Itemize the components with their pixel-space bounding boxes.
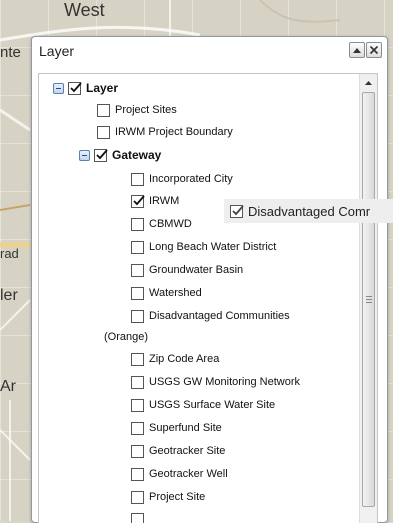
tooltip-label: Disadvantaged Comr <box>248 204 370 219</box>
tree-node-cbmwd[interactable]: CBMWD <box>131 215 192 233</box>
tree-node-label: Project Sites <box>115 104 177 116</box>
map-label-ar: Ar <box>0 378 16 396</box>
checkbox[interactable] <box>131 422 144 435</box>
checkbox[interactable] <box>131 513 144 523</box>
tree-node-label: Long Beach Water District <box>149 241 276 253</box>
tree-node-zip-code-area[interactable]: Zip Code Area <box>131 350 219 368</box>
collapse-toggle-icon[interactable] <box>53 83 64 94</box>
tree-node-superfund-site[interactable]: Superfund Site <box>131 419 222 437</box>
tree-node-disadvantaged-communities[interactable]: Disadvantaged Communities <box>131 307 290 325</box>
tree-node-label: USGS GW Monitoring Network <box>149 376 300 388</box>
scrollbar[interactable] <box>359 74 377 523</box>
grip-line <box>366 296 372 297</box>
tree-node-label: Zip Code Area <box>149 353 219 365</box>
scroll-up-arrow-icon[interactable] <box>362 77 375 89</box>
map-label-west: West <box>64 0 105 21</box>
checkbox[interactable] <box>131 399 144 412</box>
grip-line <box>366 299 372 300</box>
tree-node-label: Gateway <box>112 148 161 162</box>
layer-tree: Layer Project Sites IRWM Project Boundar… <box>38 73 378 523</box>
tree-node-irwm-project-boundary[interactable]: IRWM Project Boundary <box>97 123 233 141</box>
tree-node-label: IRWM Project Boundary <box>115 126 233 138</box>
tree-node-label: Layer <box>86 81 118 95</box>
tree-node-label: Superfund Site <box>149 422 222 434</box>
gateway-checkbox[interactable] <box>94 149 107 162</box>
checkbox[interactable] <box>131 173 144 186</box>
tree-node-label: Project Site <box>149 491 205 503</box>
tree-node-irwm[interactable]: IRWM <box>131 192 179 210</box>
tree-node-long-beach-water-district[interactable]: Long Beach Water District <box>131 238 276 256</box>
tree-node-label: Geotracker Site <box>149 445 225 457</box>
tree-node-usgs-gw-monitoring-network[interactable]: USGS GW Monitoring Network <box>131 373 300 391</box>
checkbox[interactable] <box>131 376 144 389</box>
checkbox[interactable] <box>131 264 144 277</box>
tree-node-label: USGS Surface Water Site <box>149 399 275 411</box>
tree-node-partial[interactable] <box>131 510 144 523</box>
map-label-nte: nte <box>0 44 21 61</box>
close-button[interactable] <box>366 42 382 58</box>
checkmark-icon <box>231 204 245 218</box>
layer-panel: Layer Layer Project Sites IRWM Project B… <box>31 36 388 523</box>
triangle-up-icon <box>350 43 364 57</box>
scroll-thumb[interactable] <box>362 92 375 507</box>
collapse-toggle-icon[interactable] <box>79 150 90 161</box>
tree-node-label: Groundwater Basin <box>149 264 243 276</box>
checkbox[interactable] <box>131 445 144 458</box>
tree-node-groundwater-basin[interactable]: Groundwater Basin <box>131 261 243 279</box>
tree-node-label: Watershed <box>149 287 202 299</box>
checkbox[interactable] <box>131 468 144 481</box>
tree-node-geotracker-site[interactable]: Geotracker Site <box>131 442 225 460</box>
tree-node-incorporated-city[interactable]: Incorporated City <box>131 170 233 188</box>
grip-line <box>366 302 372 303</box>
tree-node-label: IRWM <box>149 195 179 207</box>
checkmark-icon <box>132 194 146 208</box>
checkbox[interactable] <box>131 310 144 323</box>
tree-node-usgs-surface-water-site[interactable]: USGS Surface Water Site <box>131 396 275 414</box>
checkmark-icon <box>69 81 83 95</box>
map-label-rad: rad <box>0 246 19 261</box>
tree-node-label: Geotracker Well <box>149 468 228 480</box>
tree-node-project-sites[interactable]: Project Sites <box>97 101 177 119</box>
collapse-button[interactable] <box>349 42 365 58</box>
checkbox[interactable] <box>131 218 144 231</box>
tree-node-label: CBMWD <box>149 218 192 230</box>
tree-node-layer[interactable]: Layer <box>53 79 118 97</box>
close-icon <box>367 43 381 57</box>
checkbox[interactable] <box>131 195 144 208</box>
panel-header[interactable]: Layer <box>32 37 387 65</box>
tree-node-label: Disadvantaged Communities <box>149 310 290 322</box>
tree-node-geotracker-well[interactable]: Geotracker Well <box>131 465 228 483</box>
tree-node-watershed[interactable]: Watershed <box>131 284 202 302</box>
map-label-ler: ler <box>0 287 18 305</box>
tooltip-checkbox <box>230 205 243 218</box>
tree-node-label: Incorporated City <box>149 173 233 185</box>
layer-checkbox[interactable] <box>68 82 81 95</box>
checkbox[interactable] <box>131 353 144 366</box>
checkbox[interactable] <box>131 287 144 300</box>
checkbox[interactable] <box>131 491 144 504</box>
panel-title: Layer <box>39 43 74 59</box>
checkmark-icon <box>95 148 109 162</box>
checkbox[interactable] <box>97 126 110 139</box>
checkbox[interactable] <box>131 241 144 254</box>
checkbox[interactable] <box>97 104 110 117</box>
wrapped-label-note: (Orange) <box>104 328 148 346</box>
tree-node-gateway[interactable]: Gateway <box>79 146 161 164</box>
drag-tooltip: Disadvantaged Comr <box>224 199 393 223</box>
tree-node-project-site[interactable]: Project Site <box>131 488 205 506</box>
